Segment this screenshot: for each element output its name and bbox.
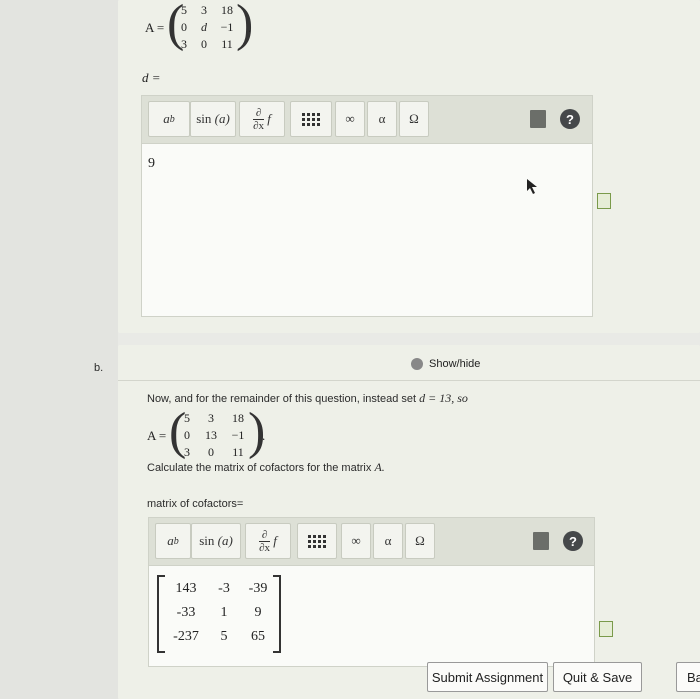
- deriv-bottom: ∂x: [253, 118, 265, 132]
- matrix-a-cell: 0: [201, 37, 207, 51]
- sin-arg: (a): [217, 533, 233, 548]
- infinity-button[interactable]: ∞: [335, 101, 365, 137]
- instruction: Calculate the matrix of cofactors for th…: [147, 460, 385, 475]
- cofactor-cell: 65: [251, 629, 265, 644]
- cofactor-cell: 143: [175, 581, 197, 596]
- file-icon[interactable]: [597, 193, 611, 209]
- matrix-button[interactable]: [297, 523, 337, 559]
- cofactor-cell: -237: [173, 629, 199, 644]
- matrix-b-period: .: [262, 428, 266, 443]
- show-hide-toggle[interactable]: Show/hide: [411, 358, 480, 370]
- deriv-f: f: [273, 533, 277, 548]
- cofactor-cell: -3: [218, 581, 230, 596]
- deriv-f: f: [267, 111, 271, 126]
- alpha-button[interactable]: α: [373, 523, 403, 559]
- divider: [118, 380, 700, 381]
- matrix-a-cell: d: [201, 20, 207, 34]
- matrix-a-cell: 3: [201, 3, 207, 17]
- omega-button[interactable]: Ω: [399, 101, 429, 137]
- math-toolbar-b: ab sin (a) ∂ ∂x f ∞ α Ω ?: [148, 517, 595, 567]
- show-hide-label: Show/hide: [429, 358, 481, 370]
- bracket-tl: [159, 575, 165, 577]
- matrix-b-cell: −1: [231, 428, 245, 442]
- answer-editor-a[interactable]: 9: [141, 143, 593, 317]
- cofactor-cell: -39: [248, 581, 268, 596]
- matrix-b-cell: 13: [205, 428, 217, 442]
- cofactor-cell: 1: [220, 605, 228, 620]
- deriv-top: ∂: [261, 528, 268, 541]
- submit-assignment-button[interactable]: Submit Assignment: [427, 662, 548, 692]
- matrix-b-cell: 18: [232, 411, 244, 425]
- matrix-b-cell: 11: [232, 445, 244, 459]
- infinity-button[interactable]: ∞: [341, 523, 371, 559]
- cofactor-cell: 9: [254, 605, 262, 620]
- instruction-var: A.: [374, 460, 385, 474]
- back-button[interactable]: Ba: [676, 662, 700, 692]
- quit-save-button[interactable]: Quit & Save: [553, 662, 642, 692]
- alpha-button[interactable]: α: [367, 101, 397, 137]
- matrix-b-cell: 0: [184, 428, 190, 442]
- power-button[interactable]: ab: [148, 101, 190, 137]
- power-exp: b: [169, 113, 175, 125]
- power-button[interactable]: ab: [155, 523, 191, 559]
- intro-equation: d = 13, so: [419, 391, 468, 405]
- math-toolbar-a: ab sin (a) ∂ ∂x f ∞ α Ω ?: [141, 95, 593, 145]
- mouse-cursor-icon: [527, 179, 537, 194]
- sin-label: sin: [196, 111, 212, 126]
- matrix-a-cell: 5: [181, 3, 187, 17]
- sin-arg: (a): [214, 111, 230, 126]
- trash-icon[interactable]: [530, 110, 546, 128]
- deriv-top: ∂: [255, 106, 262, 119]
- file-icon[interactable]: [599, 621, 613, 637]
- derivative-button[interactable]: ∂ ∂x f: [239, 101, 285, 137]
- answer-label-cofactors: matrix of cofactors=: [147, 498, 244, 510]
- answer-value-a: 9: [148, 156, 155, 171]
- sin-label: sin: [199, 533, 215, 548]
- cofactor-cell: -33: [176, 605, 196, 620]
- matrix-a-cell: −1: [220, 20, 234, 34]
- minus-circle-icon: [411, 358, 423, 370]
- cofactor-matrix: 143 -3 -39 -33 1 9 -237 5 65: [157, 575, 281, 653]
- bracket-br: [273, 651, 279, 653]
- help-icon[interactable]: ?: [563, 531, 583, 551]
- trash-icon[interactable]: [533, 532, 549, 550]
- derivative-button[interactable]: ∂ ∂x f: [245, 523, 291, 559]
- answer-label-d: d =: [142, 70, 161, 85]
- sin-button[interactable]: sin (a): [190, 101, 236, 137]
- matrix-b-cell: 0: [208, 445, 214, 459]
- matrix-b-cell: 5: [184, 411, 190, 425]
- power-exp: b: [173, 535, 179, 547]
- left-margin: [0, 0, 118, 699]
- part-b-label: b.: [94, 362, 104, 374]
- matrix-b-cell: 3: [208, 411, 214, 425]
- bracket-bl: [159, 651, 165, 653]
- deriv-bottom: ∂x: [259, 540, 271, 554]
- matrix-lhs-b: A =: [147, 428, 167, 443]
- cofactor-cell: 5: [220, 629, 228, 644]
- matrix-a-cell: 0: [181, 20, 187, 34]
- matrix-b-cell: 3: [184, 445, 190, 459]
- matrix-a-cell: 3: [181, 37, 187, 51]
- matrix-a-period: .: [248, 20, 252, 35]
- intro-text: Now, and for the remainder of this quest…: [147, 391, 468, 406]
- answer-editor-b[interactable]: 143 -3 -39 -33 1 9 -237 5 65: [148, 565, 595, 667]
- grid-icon: [308, 534, 326, 548]
- sin-button[interactable]: sin (a): [191, 523, 241, 559]
- matrix-a-cell: 11: [221, 37, 233, 51]
- help-icon[interactable]: ?: [560, 109, 580, 129]
- omega-button[interactable]: Ω: [405, 523, 435, 559]
- grid-icon: [302, 112, 320, 126]
- bracket-tr: [273, 575, 279, 577]
- instruction-body: Calculate the matrix of cofactors for th…: [147, 462, 372, 474]
- matrix-a-cell: 18: [221, 3, 233, 17]
- intro-text-body: Now, and for the remainder of this quest…: [147, 393, 417, 405]
- matrix-button[interactable]: [290, 101, 332, 137]
- matrix-lhs-a: A =: [145, 20, 165, 35]
